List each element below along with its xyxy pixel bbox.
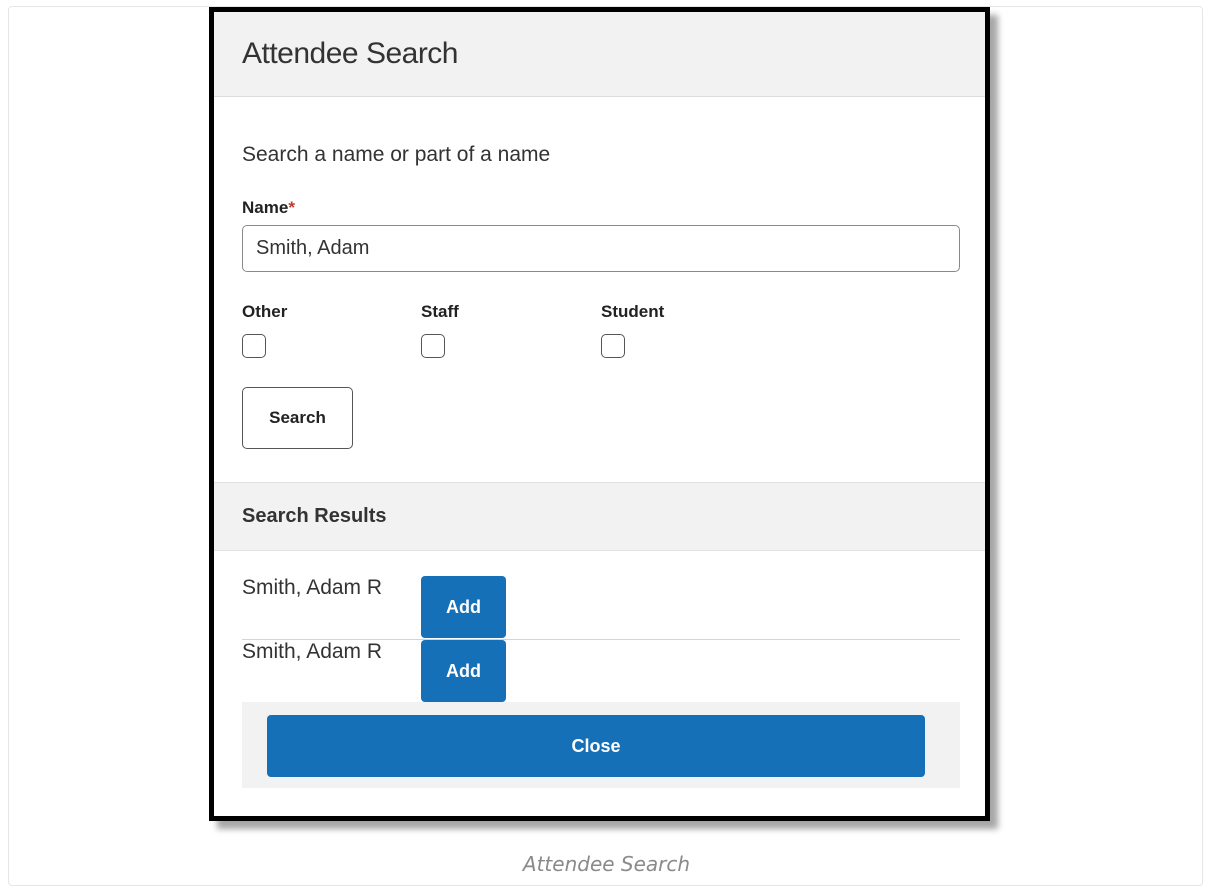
checkbox-staff-box[interactable] xyxy=(421,334,445,358)
checkbox-other-box[interactable] xyxy=(242,334,266,358)
checkbox-staff-label: Staff xyxy=(421,302,459,321)
attendee-search-dialog: Attendee Search Search a name or part of… xyxy=(209,7,990,821)
search-button[interactable]: Search xyxy=(242,387,353,449)
dialog-footer: Close xyxy=(242,702,960,788)
search-results-title: Search Results xyxy=(242,505,387,527)
checkbox-other: Other xyxy=(242,302,287,358)
checkbox-student: Student xyxy=(601,302,664,358)
checkbox-student-box[interactable] xyxy=(601,334,625,358)
result-row: Smith, Adam R Add xyxy=(242,576,960,640)
search-results-header: Search Results xyxy=(214,482,985,551)
required-asterisk: * xyxy=(288,198,295,217)
result-name: Smith, Adam R xyxy=(242,576,383,599)
result-row: Smith, Adam R Add xyxy=(242,640,960,703)
checkbox-other-label: Other xyxy=(242,302,288,321)
close-button[interactable]: Close xyxy=(267,715,925,777)
figure-caption: Attendee Search xyxy=(522,852,691,876)
name-field-label: Name* xyxy=(242,198,295,218)
checkbox-student-label: Student xyxy=(601,302,665,321)
name-input[interactable] xyxy=(242,225,960,272)
add-button[interactable]: Add xyxy=(421,576,506,638)
dialog-header: Attendee Search xyxy=(214,12,985,97)
add-button[interactable]: Add xyxy=(421,640,506,702)
name-label-text: Name xyxy=(242,198,289,217)
result-name: Smith, Adam R xyxy=(242,640,383,663)
dialog-title: Attendee Search xyxy=(242,37,459,70)
checkbox-staff: Staff xyxy=(421,302,459,358)
search-instruction: Search a name or part of a name xyxy=(242,143,551,166)
